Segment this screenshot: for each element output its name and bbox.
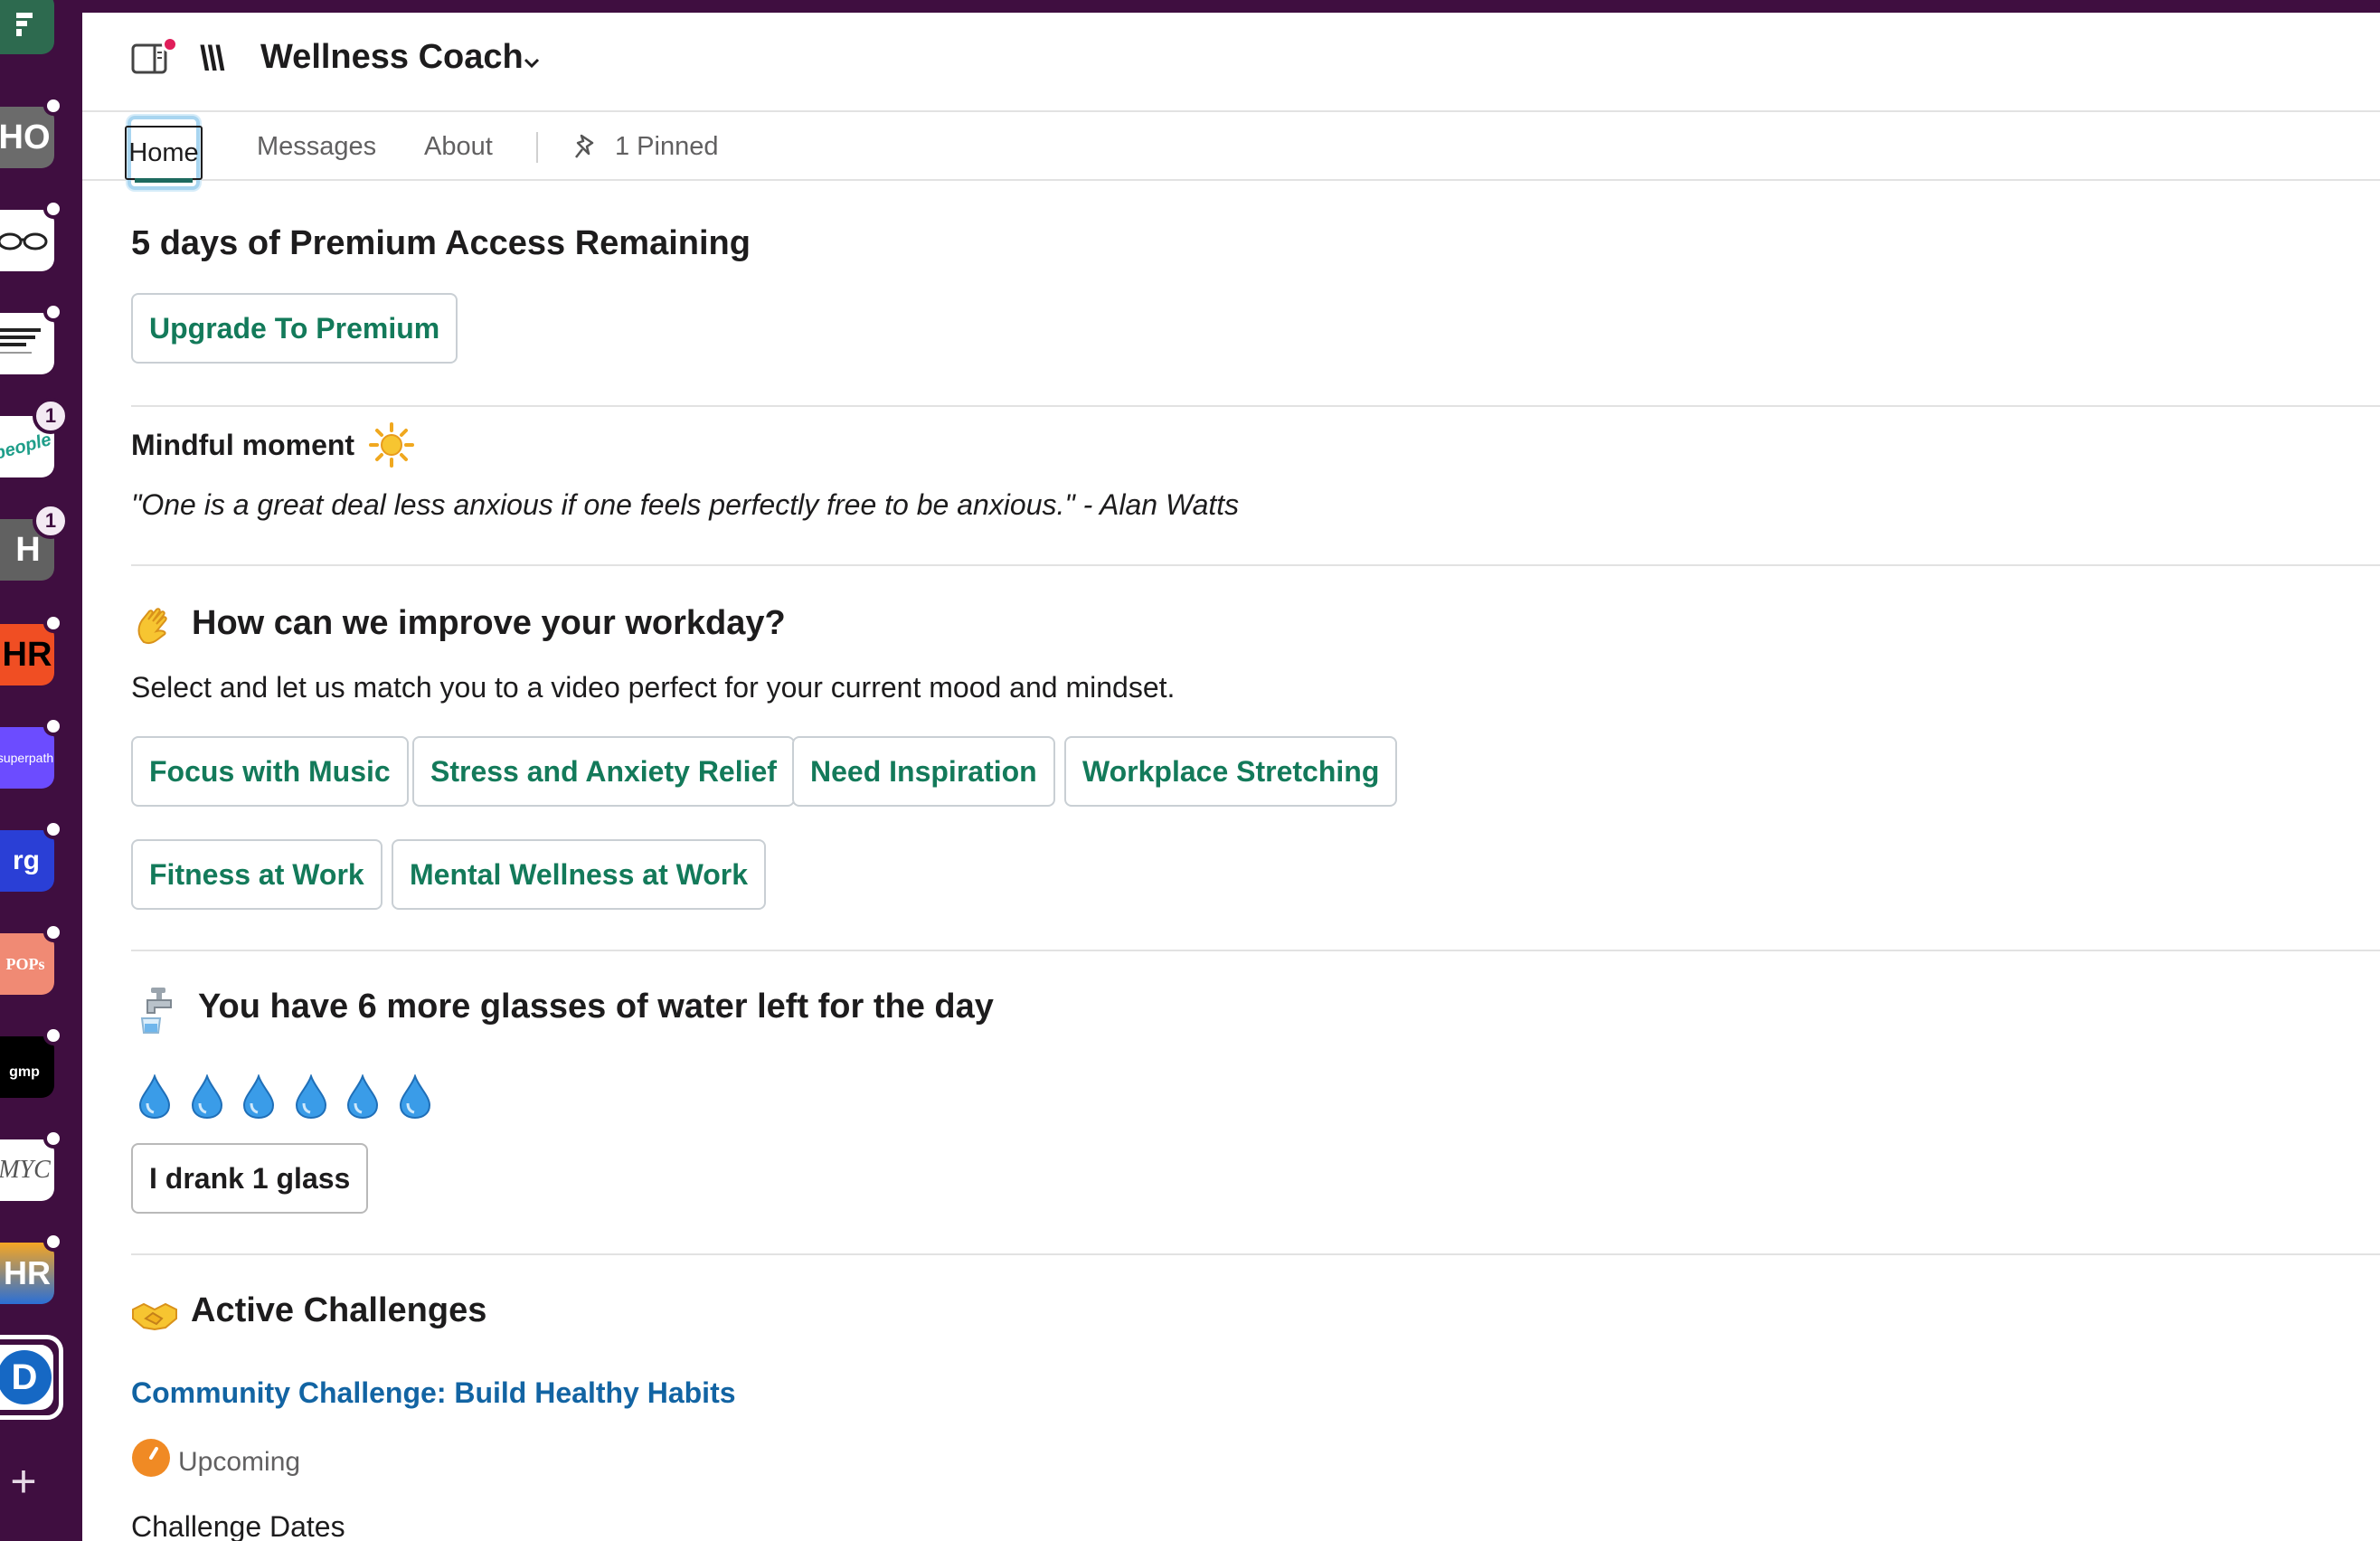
workspace-icon-8[interactable]: superpath (0, 727, 54, 789)
unread-dot (43, 1026, 63, 1045)
workspace-label: HO (0, 118, 51, 156)
mindful-heading: Mindful moment (131, 429, 355, 461)
tab-bar: Home Messages About 1 Pinned (82, 112, 2380, 190)
workspace-label: rg (13, 846, 40, 875)
focus-music-button[interactable]: Focus with Music (131, 736, 409, 807)
workspace-label: HR (2, 635, 52, 674)
section-divider (131, 1253, 2380, 1255)
unread-dot (43, 613, 63, 633)
section-divider (131, 564, 2380, 566)
unread-dot (43, 716, 63, 736)
improve-description: Select and let us match you to a video p… (131, 671, 1176, 704)
workspace-label: superpath (0, 751, 54, 765)
water-drop-icon (138, 1074, 171, 1120)
community-logo-icon (0, 328, 41, 354)
clock-status-icon (132, 1439, 170, 1477)
challenge-dates-label: Challenge Dates (131, 1510, 345, 1541)
workspace-label: POPs (5, 954, 45, 973)
water-drop-icon (346, 1074, 379, 1120)
unread-dot (43, 302, 63, 322)
unread-dot (43, 199, 63, 219)
workspace-icon-3[interactable] (0, 210, 54, 271)
challenges-heading: Active Challenges (191, 1291, 487, 1329)
workspace-icon-10[interactable]: POPs (0, 933, 54, 995)
app-logo: \\\ (200, 40, 225, 78)
tab-messages[interactable]: Messages (257, 112, 376, 181)
home-content: 5 days of Premium Access Remaining Upgra… (131, 181, 2380, 1541)
tab-home[interactable]: Home (125, 116, 203, 190)
workspace-icon-12[interactable]: MYC (0, 1139, 54, 1201)
unread-dot (43, 96, 63, 116)
challenge-link[interactable]: Community Challenge: Build Healthy Habit… (131, 1376, 736, 1410)
sun-icon (369, 422, 414, 468)
unread-dot (43, 819, 63, 839)
water-drop-icon (191, 1074, 222, 1120)
premium-heading: 5 days of Premium Access Remaining (131, 224, 751, 262)
workspace-label: D (11, 1357, 38, 1397)
workspace-label: H (15, 530, 41, 569)
workspace-label: people (0, 429, 53, 464)
workspace-label: gmp (9, 1064, 40, 1080)
app-header: \\\ Wellness Coach (82, 13, 2380, 112)
notification-dot (162, 36, 178, 52)
mental-wellness-button[interactable]: Mental Wellness at Work (392, 839, 767, 910)
workspace-label: HR (4, 1254, 51, 1291)
fitness-at-work-button[interactable]: Fitness at Work (131, 839, 382, 910)
workplace-stretching-button[interactable]: Workplace Stretching (1064, 736, 1398, 807)
workspace-icon-9[interactable]: rg (0, 830, 54, 892)
section-divider (131, 405, 2380, 407)
water-drop-icon (399, 1074, 430, 1120)
workspace-icon-13[interactable]: HR (0, 1243, 54, 1304)
plus-icon: + (10, 1456, 37, 1507)
glasses-logo-icon (0, 232, 48, 251)
workspace-icon-4[interactable] (0, 313, 54, 374)
water-drop-icon (242, 1074, 275, 1120)
need-inspiration-button[interactable]: Need Inspiration (792, 736, 1055, 807)
workspace-icon-1[interactable] (0, 0, 54, 54)
workspace-icon-11[interactable]: gmp (0, 1036, 54, 1098)
unread-count-badge: 1 (33, 398, 69, 434)
flag-logo-icon (16, 13, 33, 36)
tab-about[interactable]: About (424, 112, 493, 181)
status-label: Upcoming (178, 1447, 301, 1477)
add-workspace-button[interactable]: + (7, 1454, 40, 1508)
window-top-strip (0, 0, 2380, 13)
improve-heading: How can we improve your workday? (192, 604, 786, 642)
section-divider (131, 950, 2380, 951)
drank-glass-button[interactable]: I drank 1 glass (131, 1143, 369, 1214)
workspace-icon-7[interactable]: HR (0, 624, 54, 685)
mindful-quote: "One is a great deal less anxious if one… (131, 488, 1240, 521)
tab-label: Home (128, 137, 199, 167)
tab-pinned[interactable]: 1 Pinned (615, 112, 719, 181)
water-heading: You have 6 more glasses of water left fo… (198, 988, 994, 1026)
water-drop-icon (295, 1074, 326, 1120)
waving-hand-icon (137, 608, 167, 644)
workspace-icon-active[interactable]: D (0, 1335, 63, 1420)
workspace-icon-2[interactable]: HO (0, 107, 54, 168)
pin-icon[interactable] (572, 132, 600, 161)
app-title[interactable]: Wellness Coach (260, 38, 524, 77)
stress-relief-button[interactable]: Stress and Anxiety Relief (412, 736, 795, 807)
unread-dot (43, 1232, 63, 1252)
tab-separator (536, 132, 538, 163)
workspace-rail: HO people 1 H 1 HR superpath rg POPs gmp… (0, 0, 82, 1541)
unread-dot (43, 1129, 63, 1149)
unread-count-badge: 1 (33, 503, 69, 539)
chevron-down-icon[interactable] (522, 52, 542, 72)
handshake-icon (132, 1302, 177, 1331)
upgrade-premium-button[interactable]: Upgrade To Premium (131, 293, 458, 364)
workspace-label: MYC (0, 1156, 51, 1184)
unread-dot (43, 922, 63, 942)
water-tap-icon (140, 988, 172, 1034)
